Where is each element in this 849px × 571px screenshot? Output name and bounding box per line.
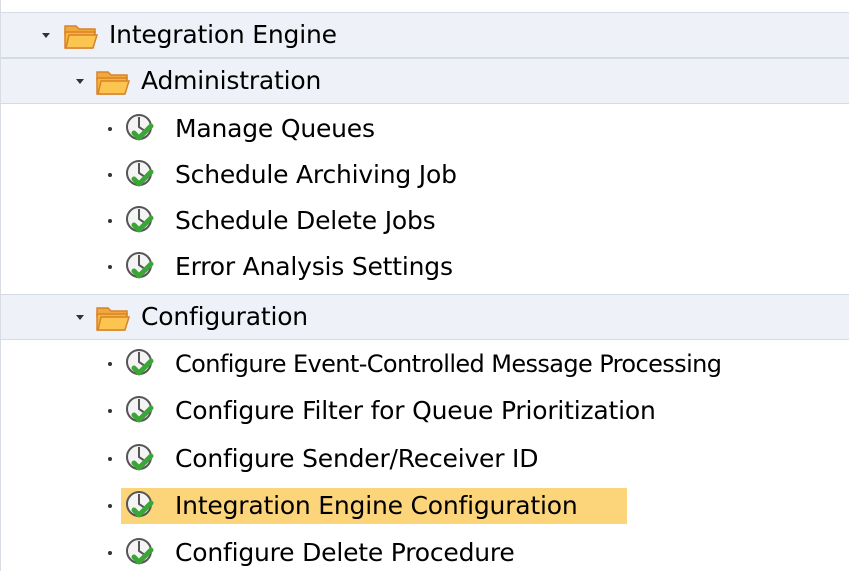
- tree-item-label: Error Analysis Settings: [175, 252, 453, 281]
- tree-item-error-analysis-settings[interactable]: Error Analysis Settings: [1, 244, 849, 290]
- tree-node-label: Configuration: [141, 302, 308, 331]
- tree-bullet: [108, 362, 112, 366]
- folder-open-icon: [95, 64, 131, 100]
- folder-open-icon: [63, 18, 99, 54]
- tree-item-schedule-delete-jobs[interactable]: Schedule Delete Jobs: [1, 198, 849, 244]
- expand-toggle-icon[interactable]: [73, 310, 87, 324]
- tree-bullet: [108, 265, 112, 269]
- tree-item-configure-event-controlled[interactable]: Configure Event-Controlled Message Proce…: [1, 341, 849, 387]
- tree-item-label: Configure Filter for Queue Prioritizatio…: [175, 396, 656, 425]
- tree-item-manage-queues[interactable]: Manage Queues: [1, 106, 849, 152]
- tree-item-schedule-archiving-job[interactable]: Schedule Archiving Job: [1, 152, 849, 198]
- transaction-execute-icon: [123, 249, 159, 285]
- transaction-execute-icon: [123, 203, 159, 239]
- tree-item-label: Configure Delete Procedure: [175, 538, 515, 567]
- tree-item-configure-filter-queue[interactable]: Configure Filter for Queue Prioritizatio…: [1, 388, 849, 434]
- tree-item-configure-delete-procedure[interactable]: Configure Delete Procedure: [1, 530, 849, 571]
- tree-node-label: Integration Engine: [109, 20, 337, 49]
- tree-bullet: [108, 504, 112, 508]
- folder-open-icon: [95, 300, 131, 336]
- tree-node-configuration[interactable]: Configuration: [1, 294, 849, 340]
- tree-item-label: Manage Queues: [175, 114, 375, 143]
- tree-item-label: Schedule Archiving Job: [175, 160, 457, 189]
- tree-bullet: [108, 219, 112, 223]
- expand-toggle-icon[interactable]: [73, 74, 87, 88]
- tree-node-label: Administration: [141, 66, 322, 95]
- tree-bullet: [108, 409, 112, 413]
- transaction-execute-icon: [123, 488, 159, 524]
- tree-bullet: [108, 127, 112, 131]
- transaction-execute-icon: [123, 441, 159, 477]
- tree-bullet: [108, 457, 112, 461]
- navigation-tree: Integration Engine Administration Manage…: [0, 0, 849, 571]
- transaction-execute-icon: [123, 393, 159, 429]
- tree-node-administration[interactable]: Administration: [1, 58, 849, 104]
- tree-bullet: [108, 173, 112, 177]
- tree-item-label: Configure Event-Controlled Message Proce…: [175, 350, 722, 378]
- transaction-execute-icon: [123, 157, 159, 193]
- transaction-execute-icon: [123, 535, 159, 571]
- tree-item-label: Configure Sender/Receiver ID: [175, 444, 539, 473]
- tree-node-integration-engine[interactable]: Integration Engine: [1, 12, 849, 58]
- tree-item-configure-sender-receiver[interactable]: Configure Sender/Receiver ID: [1, 436, 849, 482]
- tree-item-integration-engine-configuration[interactable]: Integration Engine Configuration: [1, 483, 849, 529]
- tree-bullet: [108, 551, 112, 555]
- tree-item-label: Schedule Delete Jobs: [175, 206, 436, 235]
- expand-toggle-icon[interactable]: [39, 28, 53, 42]
- tree-item-label-selected: Integration Engine Configuration: [175, 491, 578, 520]
- transaction-execute-icon: [123, 111, 159, 147]
- transaction-execute-icon: [123, 346, 159, 382]
